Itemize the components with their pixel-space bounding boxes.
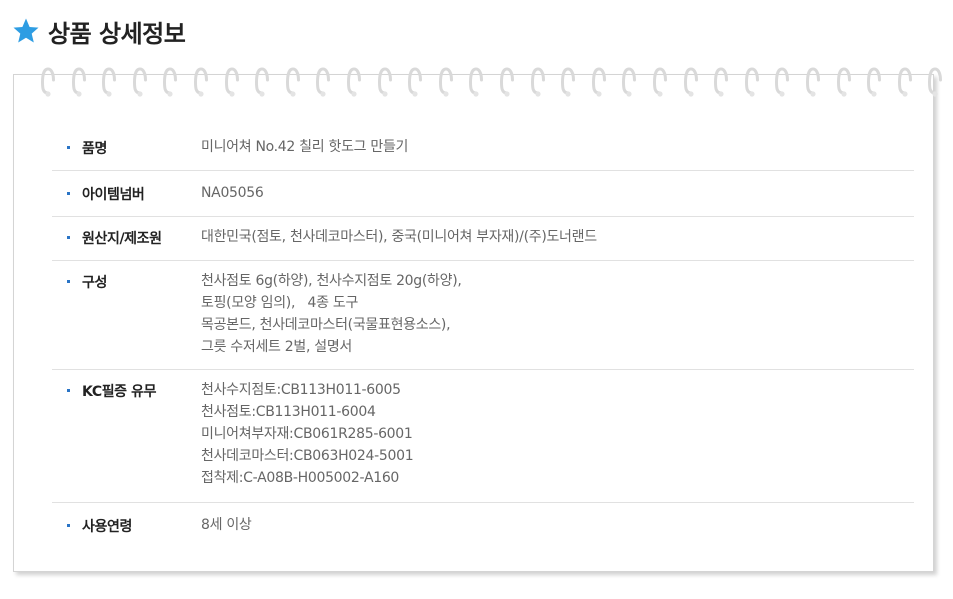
value-line: 대한민국(점토, 천사데코마스터), 중국(미니어쳐 부자재)/(주)도너랜드 [201,229,597,245]
row-value: 8세 이상 [201,514,252,536]
binder-ring-icon [316,67,331,97]
table-row: 사용연령 8세 이상 [52,503,914,547]
value-line: 목공본드, 천사데코마스터(국물표현용소스), [201,317,451,333]
binder-ring-icon [836,67,851,97]
bullet-icon [67,236,70,239]
detail-table: 품명 미니어쳐 No.42 칠리 핫도그 만들기 아이템넘버 NA05056 원… [52,126,914,547]
binder-rings [14,67,943,103]
row-value: 천사점토 6g(하양), 천사수지점토 20g(하양), 토핑(모양 임의), … [201,270,462,358]
binder-ring-icon [193,67,208,97]
star-icon [13,18,39,43]
product-detail-card: 품명 미니어쳐 No.42 칠리 핫도그 만들기 아이템넘버 NA05056 원… [13,67,943,572]
binder-ring-icon [744,67,759,97]
binder-ring-icon [897,67,912,97]
table-row: KC필증 유무 천사수지점토:CB113H011-6005 천사점토:CB113… [52,370,914,503]
value-line: 접착제:C-A08B-H005002-A160 [201,470,400,486]
binder-ring-icon [867,67,882,97]
binder-ring-icon [102,67,117,97]
row-value: 천사수지점토:CB113H011-6005 천사점토:CB113H011-600… [201,379,414,489]
binder-ring-icon [928,67,943,97]
bullet-icon [67,524,70,527]
binder-ring-icon [132,67,147,97]
row-label: 품명 [82,141,107,157]
row-label: KC필증 유무 [82,384,157,400]
binder-ring-icon [255,67,270,97]
binder-ring-icon [40,67,55,97]
table-row: 품명 미니어쳐 No.42 칠리 핫도그 만들기 [52,126,914,171]
bullet-icon [67,192,70,195]
bullet-icon [67,146,70,149]
binder-ring-icon [224,67,239,97]
page-title: 상품 상세정보 [48,19,186,48]
binder-ring-icon [591,67,606,97]
table-row: 구성 천사점토 6g(하양), 천사수지점토 20g(하양), 토핑(모양 임의… [52,261,914,370]
binder-ring-icon [805,67,820,97]
row-label: 구성 [82,275,107,291]
value-line: 토핑(모양 임의), 4종 도구 [201,295,359,311]
binder-ring-icon [561,67,576,97]
row-value: 대한민국(점토, 천사데코마스터), 중국(미니어쳐 부자재)/(주)도너랜드 [201,226,597,248]
section-header: 상품 상세정보 [12,14,186,48]
binder-ring-icon [469,67,484,97]
row-label: 사용연령 [82,519,132,535]
value-line: 천사데코마스터:CB063H024-5001 [201,448,414,464]
row-label: 원산지/제조원 [82,231,162,247]
binder-ring-icon [652,67,667,97]
value-line: NA05056 [201,185,264,201]
binder-ring-icon [622,67,637,97]
row-label: 아이템넘버 [82,187,145,203]
value-line: 천사점토:CB113H011-6004 [201,404,376,420]
binder-ring-icon [714,67,729,97]
binder-ring-icon [377,67,392,97]
value-line: 그릇 수저세트 2벌, 설명서 [201,339,353,355]
value-line: 미니어쳐 No.42 칠리 핫도그 만들기 [201,139,409,155]
binder-ring-icon [346,67,361,97]
binder-ring-icon [285,67,300,97]
binder-ring-icon [71,67,86,97]
row-value: 미니어쳐 No.42 칠리 핫도그 만들기 [201,136,408,158]
row-value: NA05056 [201,182,264,204]
bullet-icon [67,389,70,392]
binder-ring-icon [775,67,790,97]
binder-ring-icon [408,67,423,97]
value-line: 천사점토 6g(하양), 천사수지점토 20g(하양), [201,273,462,289]
value-line: 8세 이상 [201,517,252,533]
binder-ring-icon [163,67,178,97]
binder-ring-icon [530,67,545,97]
bullet-icon [67,280,70,283]
table-row: 원산지/제조원 대한민국(점토, 천사데코마스터), 중국(미니어쳐 부자재)/… [52,217,914,261]
binder-ring-icon [438,67,453,97]
value-line: 천사수지점토:CB113H011-6005 [201,382,401,398]
binder-ring-icon [683,67,698,97]
table-row: 아이템넘버 NA05056 [52,171,914,217]
binder-ring-icon [499,67,514,97]
value-line: 미니어쳐부자재:CB061R285-6001 [201,426,413,442]
